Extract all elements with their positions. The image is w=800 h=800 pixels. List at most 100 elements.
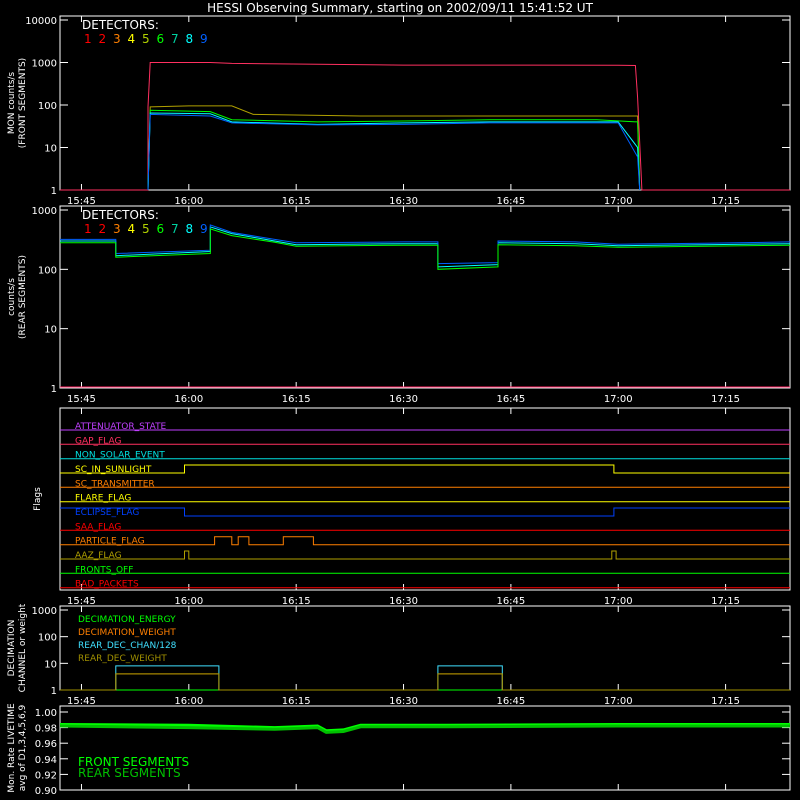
legend-digit-6: 6 [157,222,165,236]
x-tick-label: 15:45 [67,696,96,707]
front-series-5 [147,113,641,191]
legend-digit-4: 4 [128,222,136,236]
legend-title: DETECTORS: [82,18,159,32]
x-tick-label: 17:15 [711,196,740,207]
x-tick-label: 16:15 [282,696,311,707]
rear-series-2 [60,224,791,265]
flag-line-4 [60,464,790,474]
front-panel-frame [59,15,791,191]
flag-label: GAP_FLAG [75,436,121,446]
legend-digit-2: 2 [99,32,107,46]
decimation-series-3 [60,665,790,691]
y-tick-label: 10 [44,659,57,670]
legend-digit-9: 9 [200,32,208,46]
legend-digit-4: 4 [128,32,136,46]
y-tick-label: 1.00 [35,708,57,719]
decimation-legend-4: REAR_DEC_WEIGHT [78,654,167,664]
y-tick-label: 1000 [32,606,57,617]
y-tick-label: 1 [51,686,57,697]
x-tick-label: 17:00 [604,696,633,707]
legend-digit-7: 7 [171,222,179,236]
y-tick-label: 100 [38,633,57,644]
legend-digit-9: 9 [200,222,208,236]
y-tick-label: 1000 [32,59,57,70]
y-tick-label: 0.92 [35,770,57,781]
y-tick-label: 10 [44,325,57,336]
y-axis-label: counts/s [7,278,17,316]
legend-digit-1: 1 [84,222,92,236]
decimation-legend-2: DECIMATION_WEIGHT [78,628,176,638]
y-tick-label: 100 [38,265,57,276]
x-tick-label: 16:15 [282,596,311,607]
rear-panel-frame [59,205,791,389]
x-tick-label: 15:45 [67,596,96,607]
decimation-legend-3: REAR_DEC_CHAN/128 [78,641,177,651]
decimation-series-2 [60,673,790,691]
y-axis-label: (FRONT SEGMENTS) [18,58,28,148]
legend-digit-3: 3 [113,222,121,236]
x-tick-label: 16:00 [174,596,203,607]
x-tick-label: 17:00 [604,394,633,405]
legend-digit-5: 5 [142,32,150,46]
y-tick-label: 0.90 [35,786,57,797]
observing-summary-chart: 1 10 100 1000 10000 15:45 16:00 16:15 16:30 16:45… [7,15,791,797]
rear-series-3 [60,228,791,270]
y-tick-label: 0.96 [35,739,57,750]
legend-digit-2: 2 [99,222,107,236]
x-tick-label: 16:45 [496,196,525,207]
livetime-series-2 [59,724,790,734]
x-tick-label: 15:45 [67,196,96,207]
flag-label: FRONTS_OFF [75,565,133,575]
y-axis-label: (REAR SEGMENTS) [18,255,28,339]
x-tick-label: 16:00 [174,394,203,405]
x-tick-label: 16:15 [282,196,311,207]
x-tick-label: 17:15 [711,696,740,707]
y-tick-label: 10000 [25,16,57,27]
y-axis-label: Flags [33,487,43,511]
y-axis-label: DECIMATION [7,620,17,677]
y-tick-label: 100 [38,101,57,112]
y-tick-label: 10 [44,144,57,155]
x-tick-label: 15:45 [67,394,96,405]
x-tick-label: 16:30 [389,394,418,405]
y-tick-label: 1 [51,384,57,395]
legend-digit-5: 5 [142,222,150,236]
y-axis-label: avg of D1,3,4,5,6,9 [18,704,28,791]
livetime-legend-2: REAR SEGMENTS [78,766,181,780]
legend-digit-3: 3 [113,32,121,46]
x-tick-label: 16:45 [496,596,525,607]
x-tick-label: 16:00 [174,696,203,707]
x-tick-label: 16:45 [496,394,525,405]
y-tick-label: 1000 [32,206,57,217]
decimation-series-4 [60,673,790,691]
y-axis-label: CHANNEL or weight [18,603,28,692]
flag-label: ECLIPSE_FLAG [75,508,139,518]
decimation-legend-1: DECIMATION_ENERGY [78,615,176,625]
x-tick-label: 17:00 [604,196,633,207]
x-tick-label: 16:45 [496,696,525,707]
flag-line-7 [60,507,790,517]
x-tick-label: 17:15 [711,596,740,607]
y-axis-label: MON counts/s [7,72,17,135]
flag-line-10 [60,550,790,560]
legend-digit-7: 7 [171,32,179,46]
legend-digit-8: 8 [186,222,194,236]
flags-panel-frame [59,407,791,591]
front-series-1 [60,62,790,191]
x-tick-label: 17:15 [711,394,740,405]
legend-title: DETECTORS: [82,208,159,222]
x-tick-label: 17:00 [604,596,633,607]
x-tick-label: 16:30 [389,696,418,707]
x-tick-label: 16:15 [282,394,311,405]
y-tick-label: 0.94 [35,755,57,766]
y-tick-label: 0.98 [35,724,57,735]
flag-line-9 [60,536,790,546]
y-tick-label: 1 [51,186,57,197]
legend-digit-1: 1 [84,32,92,46]
y-axis-label: Mon. Rate LIVETIME [7,703,17,793]
x-tick-label: 16:30 [389,196,418,207]
legend-digit-6: 6 [157,32,165,46]
legend-digit-8: 8 [186,32,194,46]
x-tick-label: 16:30 [389,596,418,607]
x-tick-label: 16:00 [174,196,203,207]
